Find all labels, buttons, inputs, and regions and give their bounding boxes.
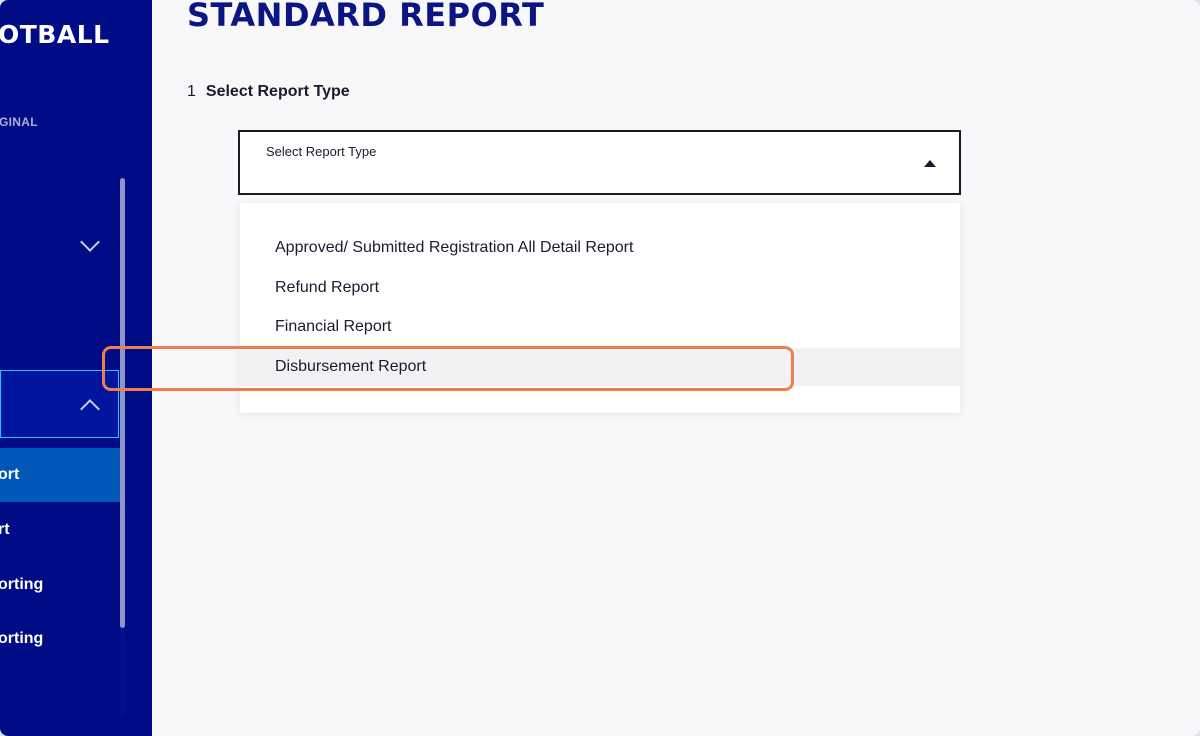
sidebar-item-label: rt xyxy=(0,521,10,538)
sidebar-item-label: ort xyxy=(0,466,20,483)
caret-up-icon[interactable] xyxy=(924,160,936,167)
step-text: Select Report Type xyxy=(205,83,350,100)
page-title: STANDARD REPORT xyxy=(187,0,545,34)
option-label: Financial Report xyxy=(275,318,392,335)
sidebar-item-reporting-2[interactable]: orting xyxy=(0,612,122,666)
app-window: OTBALL GINAL ort rt orting orting STANDA… xyxy=(0,0,1200,736)
sidebar-group-reports[interactable] xyxy=(0,370,119,438)
step-label: 1 Select Report Type xyxy=(187,83,350,101)
option-approved-submitted-registration[interactable]: Approved/ Submitted Registration All Det… xyxy=(240,229,960,267)
brand-logo-text: OTBALL xyxy=(0,20,110,49)
option-disbursement-report[interactable]: Disbursement Report xyxy=(240,348,960,386)
step-number: 1 xyxy=(187,83,196,100)
report-type-dropdown: Approved/ Submitted Registration All Det… xyxy=(240,203,960,413)
report-type-select[interactable]: Select Report Type xyxy=(238,130,961,195)
main-content: STANDARD REPORT 1 Select Report Type Sele… xyxy=(152,0,1200,736)
brand-subtitle: GINAL xyxy=(0,115,38,129)
option-financial-report[interactable]: Financial Report xyxy=(240,308,960,346)
sidebar-item-standard-report[interactable]: ort xyxy=(0,448,122,502)
option-label: Approved/ Submitted Registration All Det… xyxy=(275,239,634,256)
option-label: Disbursement Report xyxy=(275,358,427,375)
sidebar: OTBALL GINAL ort rt orting orting xyxy=(0,0,152,736)
select-label: Select Report Type xyxy=(266,144,377,159)
sidebar-item-label: orting xyxy=(0,576,44,593)
sidebar-scrollbar[interactable] xyxy=(120,178,125,628)
option-label: Refund Report xyxy=(275,279,380,296)
option-refund-report[interactable]: Refund Report xyxy=(240,269,960,307)
sidebar-item-label: orting xyxy=(0,630,44,647)
sidebar-item-reporting[interactable]: orting xyxy=(0,558,122,612)
sidebar-item-report[interactable]: rt xyxy=(0,503,122,557)
chevron-down-icon[interactable] xyxy=(80,232,100,252)
